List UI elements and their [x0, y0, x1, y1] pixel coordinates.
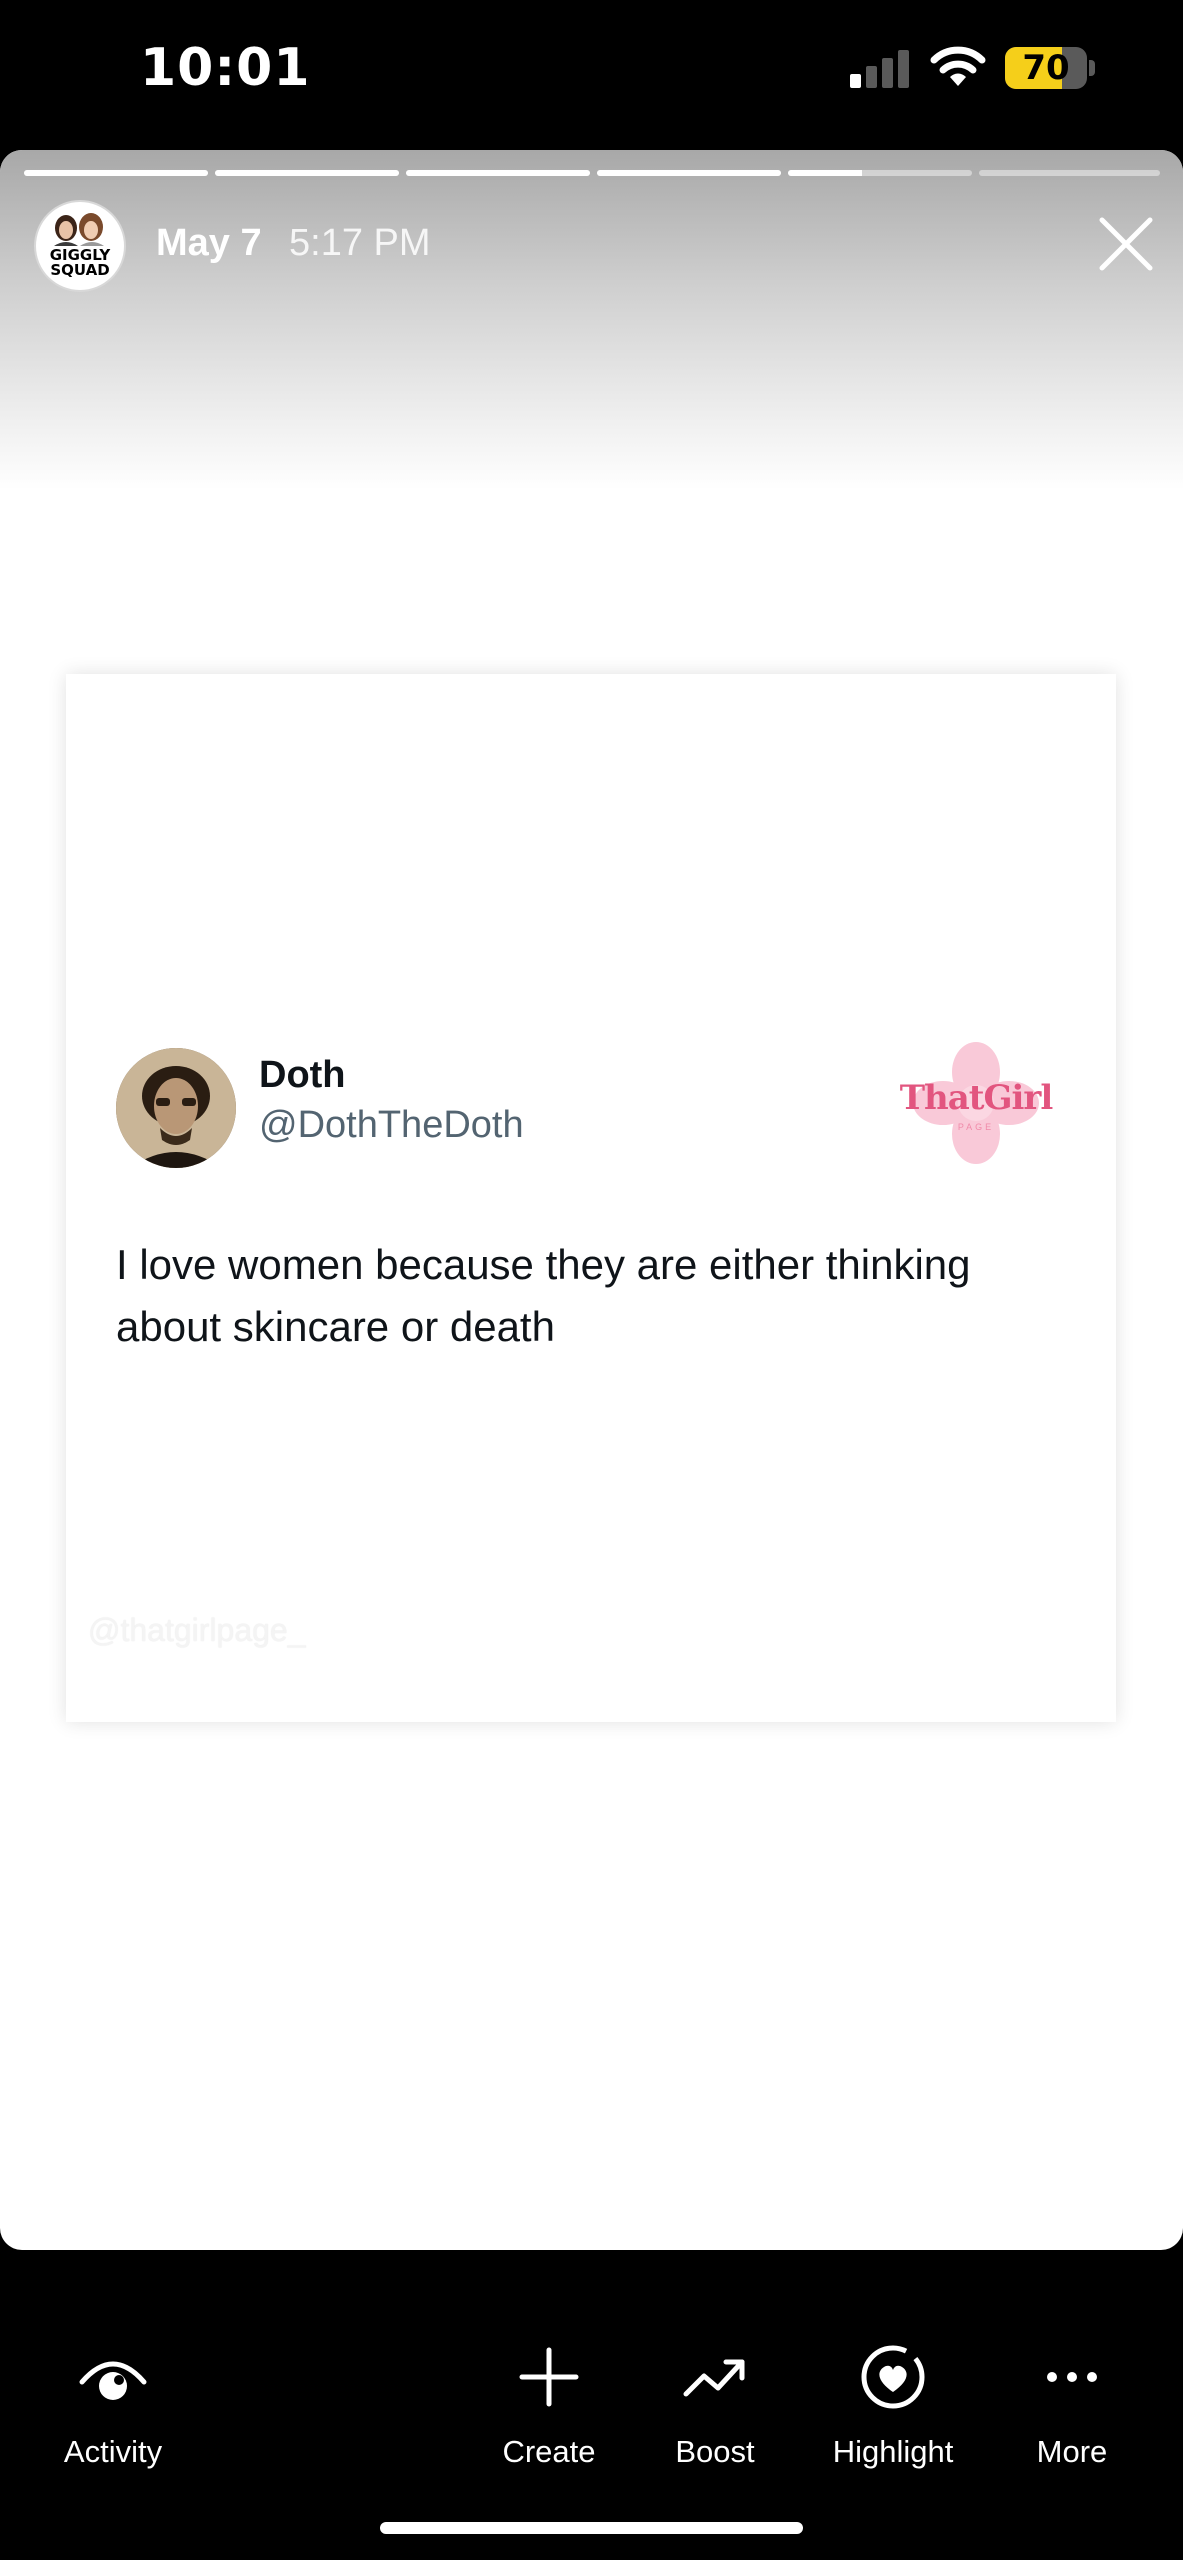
status-time: 10:01 [140, 38, 311, 98]
avatar-label: GIGGLY SQUAD [49, 246, 111, 279]
story-progress-bar [24, 170, 1160, 176]
activity-eye-icon [79, 2361, 147, 2400]
battery-level: 70 [1022, 48, 1070, 88]
author-handle: @DothTheDoth [259, 1104, 524, 1146]
more-label: More [1036, 2434, 1108, 2469]
cellular-signal-icon [850, 50, 909, 88]
progress-segment [788, 170, 972, 176]
activity-button[interactable]: Activity [40, 2342, 186, 2482]
more-button[interactable]: More [1020, 2342, 1124, 2482]
author-avatar [116, 1048, 236, 1168]
post-content: Doth @DothTheDoth ThatGirl PAGE I love w… [66, 674, 1116, 1722]
create-button[interactable]: Create [490, 2342, 608, 2482]
story-time: 5:17 PM [289, 222, 431, 264]
boost-label: Boost [675, 2434, 755, 2469]
trending-up-icon [683, 2359, 745, 2397]
story-top-shade [0, 150, 1183, 490]
close-icon[interactable] [1094, 212, 1158, 276]
activity-label: Activity [63, 2434, 163, 2469]
author-name: Doth [259, 1054, 346, 1096]
battery-indicator: 70 [1005, 47, 1087, 89]
battery-nub [1089, 60, 1095, 76]
brand-logo-subtext: PAGE [957, 1122, 995, 1132]
account-avatar[interactable]: GIGGLY SQUAD [34, 200, 126, 292]
progress-segment [597, 170, 781, 176]
plus-icon [519, 2347, 579, 2407]
highlight-button[interactable]: Highlight [818, 2342, 968, 2482]
progress-segment [24, 170, 208, 176]
story-date: May 7 [156, 222, 262, 264]
progress-segment [215, 170, 399, 176]
create-label: Create [502, 2434, 596, 2469]
wifi-icon [930, 46, 986, 86]
author-portrait [116, 1048, 236, 1168]
boost-button[interactable]: Boost [660, 2342, 770, 2482]
progress-segment [406, 170, 590, 176]
brand-logo-text: ThatGirl [899, 1078, 1054, 1118]
thatgirl-logo: ThatGirl PAGE [881, 1038, 1071, 1168]
highlight-heart-icon [861, 2345, 925, 2409]
watermark: @thatgirlpage_ [88, 1612, 306, 1648]
highlight-label: Highlight [832, 2434, 954, 2469]
progress-segment [979, 170, 1160, 176]
post-text: I love women because they are either thi… [116, 1241, 971, 1350]
more-dots-icon [1047, 2372, 1097, 2382]
home-indicator[interactable] [380, 2522, 803, 2534]
